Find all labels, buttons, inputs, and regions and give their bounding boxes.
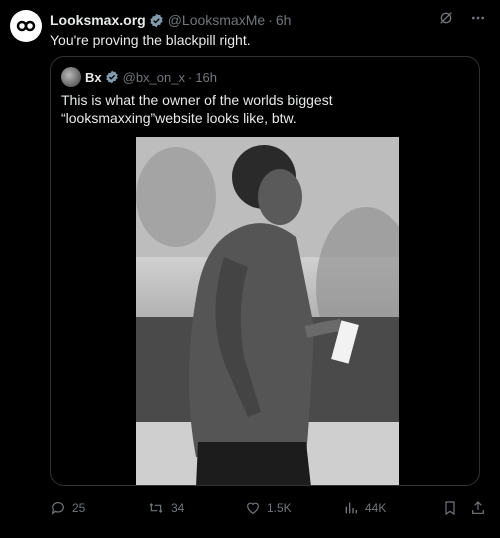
separator-dot: · — [187, 69, 193, 85]
quoted-author-name[interactable]: Bx — [85, 70, 102, 85]
like-icon — [247, 502, 259, 515]
retweet-icon — [149, 503, 163, 513]
action-bar: 25 34 1.5K 44K — [50, 498, 490, 518]
grok-icon[interactable] — [438, 10, 454, 31]
photo-illustration — [136, 137, 399, 485]
looksmax-logo-icon — [16, 20, 36, 32]
quoted-avatar[interactable] — [61, 67, 81, 87]
share-icon — [472, 501, 484, 514]
separator-dot: · — [268, 12, 273, 28]
tweet[interactable]: Looksmax.org @LooksmaxMe · 6h You're pro… — [0, 0, 500, 538]
author-handle[interactable]: @LooksmaxMe — [168, 12, 265, 28]
views-icon — [345, 502, 357, 514]
top-icons — [438, 10, 486, 31]
bookmark-icon — [445, 501, 455, 516]
tweet-time[interactable]: 6h — [276, 12, 292, 28]
quoted-tweet[interactable]: Bx @bx_on_x · 16h This is what the owner… — [50, 56, 480, 486]
author-name[interactable]: Looksmax.org — [50, 12, 146, 28]
quoted-time[interactable]: 16h — [195, 70, 217, 85]
reply-icon — [51, 502, 64, 515]
quoted-photo[interactable] — [136, 137, 399, 485]
like-button[interactable]: 1.5K — [245, 500, 292, 516]
more-icon[interactable] — [470, 10, 486, 31]
verified-badge-icon — [105, 70, 119, 84]
reply-count: 25 — [72, 501, 86, 515]
views-button[interactable]: 44K — [343, 500, 386, 516]
like-count: 1.5K — [267, 501, 292, 515]
verified-badge-icon — [149, 13, 164, 28]
retweet-count: 34 — [171, 501, 185, 515]
retweet-button[interactable]: 34 — [147, 500, 184, 516]
views-count: 44K — [365, 501, 387, 515]
quoted-author-handle[interactable]: @bx_on_x — [123, 70, 185, 85]
tweet-text: You're proving the blackpill right. — [50, 32, 251, 48]
tweet-header: Looksmax.org @LooksmaxMe · 6h — [50, 11, 440, 29]
share-button[interactable] — [470, 500, 486, 516]
quoted-text: This is what the owner of the worlds big… — [61, 92, 333, 126]
bookmark-button[interactable] — [442, 500, 458, 516]
quoted-header: Bx @bx_on_x · 16h — [61, 67, 217, 87]
reply-button[interactable]: 25 — [50, 500, 85, 516]
author-avatar[interactable] — [10, 10, 42, 42]
